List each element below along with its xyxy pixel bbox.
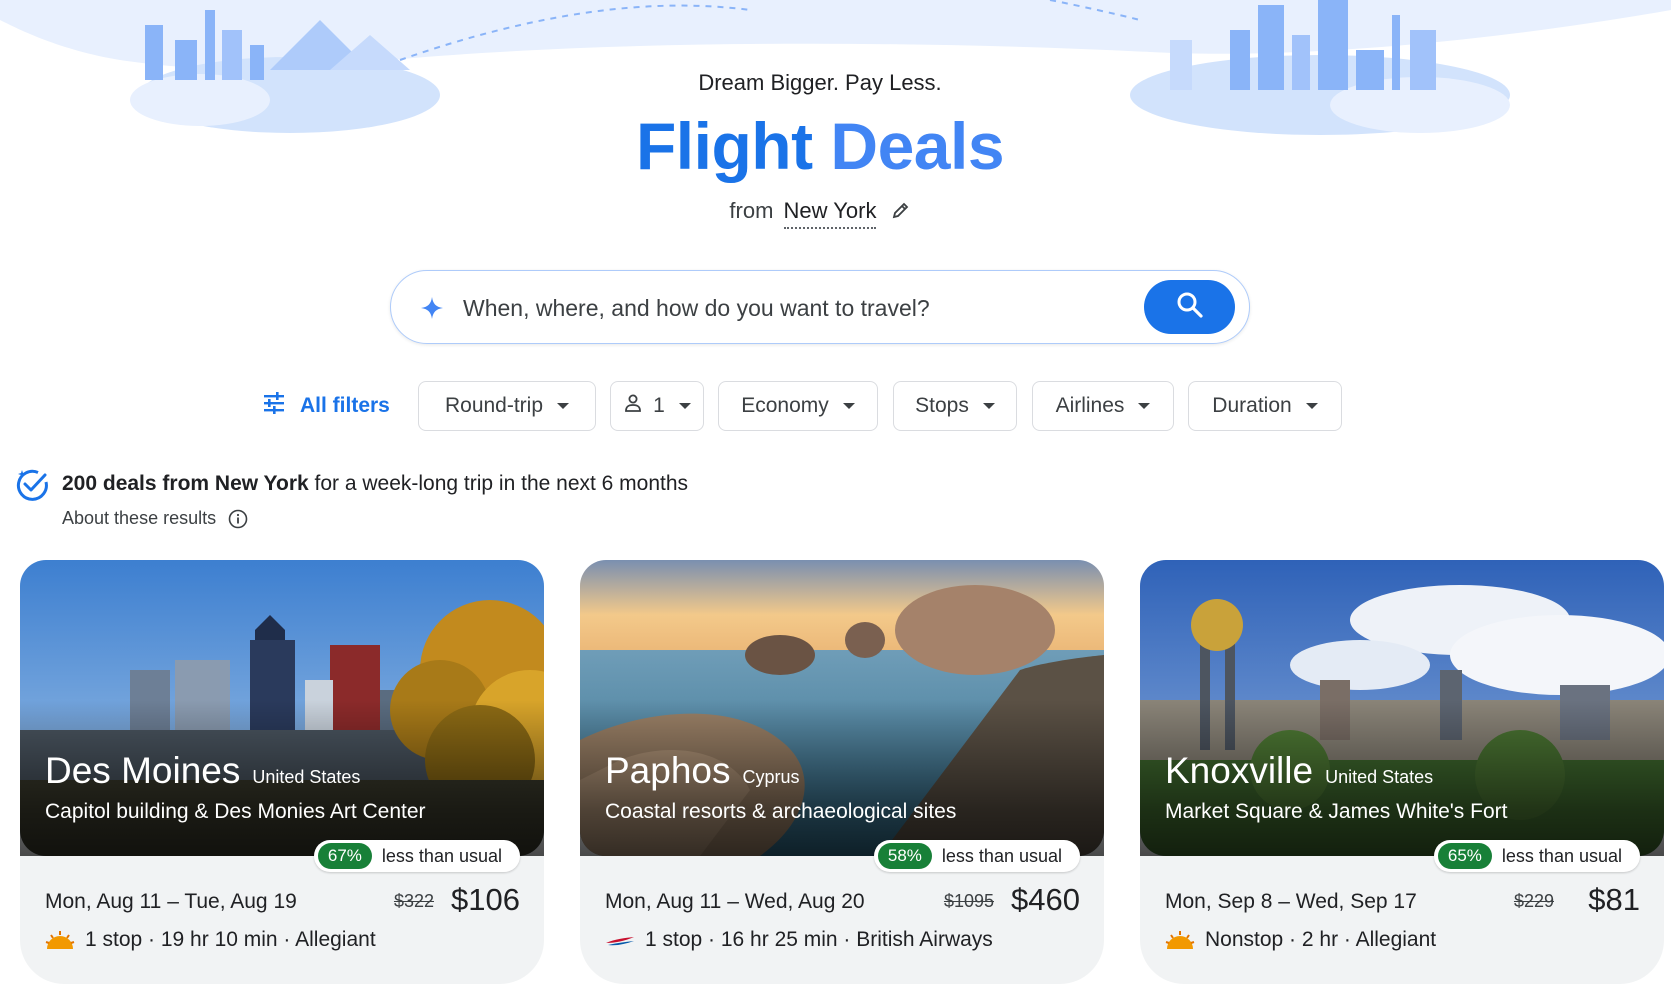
chevron-down-icon [982, 403, 995, 409]
travel-dates: Mon, Sep 8 – Wed, Sep 17 [1165, 890, 1417, 913]
destination-description: Market Square & James White's Fort [1165, 800, 1508, 823]
discount-badge: 67% less than usual [313, 840, 520, 872]
deals-scope: for a week-long trip in the next 6 month… [314, 472, 689, 495]
origin-city-button[interactable]: New York [783, 198, 877, 229]
destination-city: Knoxville [1165, 750, 1314, 791]
deals-count: 200 deals from New York [62, 472, 309, 495]
destination-country: United States [252, 767, 361, 787]
airlines-dropdown[interactable]: Airlines [1032, 381, 1174, 431]
destination-description: Coastal resorts & archaeological sites [605, 800, 957, 823]
flight-details-text: 1 stop · 19 hr 10 min · Allegiant [85, 928, 376, 951]
travel-dates: Mon, Aug 11 – Tue, Aug 19 [45, 890, 297, 913]
deal-card-knoxville[interactable]: Knoxville United States Market Square & J… [1140, 560, 1664, 984]
usual-price: $229 [1513, 891, 1554, 911]
flight-details-text: Nonstop · 2 hr · Allegiant [1205, 928, 1437, 951]
about-results-link[interactable]: About these results [62, 508, 248, 529]
trip-type-dropdown[interactable]: Round-trip [418, 381, 596, 431]
stops-dropdown[interactable]: Stops [893, 381, 1017, 431]
destination-title: Knoxville United States [1165, 750, 1433, 792]
page-title: Flight Deals [0, 108, 1640, 184]
trip-type-value: Round-trip [444, 394, 544, 417]
airlines-label: Airlines [1055, 394, 1125, 417]
allegiant-sun-icon [45, 929, 75, 951]
title-word-flight: Flight [635, 109, 813, 183]
discount-badge: 65% less than usual [1433, 840, 1640, 872]
search-input[interactable] [463, 291, 1143, 325]
british-airways-speedmarque-icon [605, 929, 635, 951]
deal-price: $460 [1011, 882, 1080, 917]
tune-icon [262, 391, 300, 421]
deal-price: $81 [1588, 882, 1640, 917]
chevron-down-icon [557, 403, 570, 409]
flight-details-text: 1 stop · 16 hr 25 min · British Airways [645, 928, 993, 951]
edit-pencil-icon[interactable] [891, 200, 911, 220]
passengers-value: 1 [653, 394, 665, 417]
duration-label: Duration [1212, 394, 1292, 417]
verified-check-icon [16, 468, 50, 502]
title-word-deals: Deals [830, 109, 1005, 183]
discount-label: less than usual [941, 845, 1062, 866]
discount-percent: 65% [1437, 843, 1492, 869]
about-results-label: About these results [62, 508, 217, 528]
usual-price: $322 [393, 891, 434, 911]
tagline: Dream Bigger. Pay Less. [698, 70, 942, 95]
discount-percent: 58% [877, 843, 932, 869]
discount-percent: 67% [317, 843, 372, 869]
usual-price: $1095 [943, 891, 994, 911]
origin-row: from New York [0, 198, 1640, 229]
discount-label: less than usual [381, 845, 502, 866]
destination-city: Des Moines [45, 750, 241, 791]
search-bar [390, 270, 1250, 344]
cabin-class-value: Economy [741, 394, 829, 417]
discount-badge: 58% less than usual [873, 840, 1080, 872]
travel-dates: Mon, Aug 11 – Wed, Aug 20 [605, 890, 865, 913]
results-count-text: 200 deals from New York for a week-long … [62, 472, 688, 496]
flight-details: Nonstop · 2 hr · Allegiant [1165, 928, 1436, 952]
info-icon[interactable] [228, 509, 248, 529]
passengers-dropdown[interactable]: 1 [610, 381, 704, 431]
all-filters-button[interactable]: All filters [262, 381, 390, 431]
destination-country: United States [1325, 767, 1434, 787]
flight-details: 1 stop · 19 hr 10 min · Allegiant [45, 928, 376, 952]
chevron-down-icon [842, 403, 855, 409]
destination-country: Cyprus [742, 767, 800, 787]
destination-description: Capitol building & Des Monies Art Center [45, 800, 426, 823]
discount-label: less than usual [1501, 845, 1622, 866]
allegiant-sun-icon [1165, 929, 1195, 951]
deal-price: $106 [451, 882, 520, 917]
person-icon [623, 393, 643, 419]
from-label: from [729, 198, 774, 223]
deal-card-des-moines[interactable]: Des Moines United States Capitol building… [20, 560, 544, 984]
chevron-down-icon [1305, 403, 1318, 409]
duration-dropdown[interactable]: Duration [1188, 381, 1342, 431]
cabin-class-dropdown[interactable]: Economy [718, 381, 878, 431]
all-filters-label: All filters [300, 394, 390, 417]
search-button[interactable] [1144, 280, 1235, 334]
deal-card-paphos[interactable]: Paphos Cyprus Coastal resorts & archaeolo… [580, 560, 1104, 984]
destination-title: Des Moines United States [45, 750, 360, 792]
destination-title: Paphos Cyprus [605, 750, 800, 792]
search-icon [1176, 291, 1204, 324]
chevron-down-icon [1138, 403, 1151, 409]
ai-sparkle-icon [419, 295, 445, 321]
destination-city: Paphos [605, 750, 731, 791]
chevron-down-icon [678, 403, 691, 409]
stops-label: Stops [915, 394, 969, 417]
flight-details: 1 stop · 16 hr 25 min · British Airways [605, 928, 993, 952]
